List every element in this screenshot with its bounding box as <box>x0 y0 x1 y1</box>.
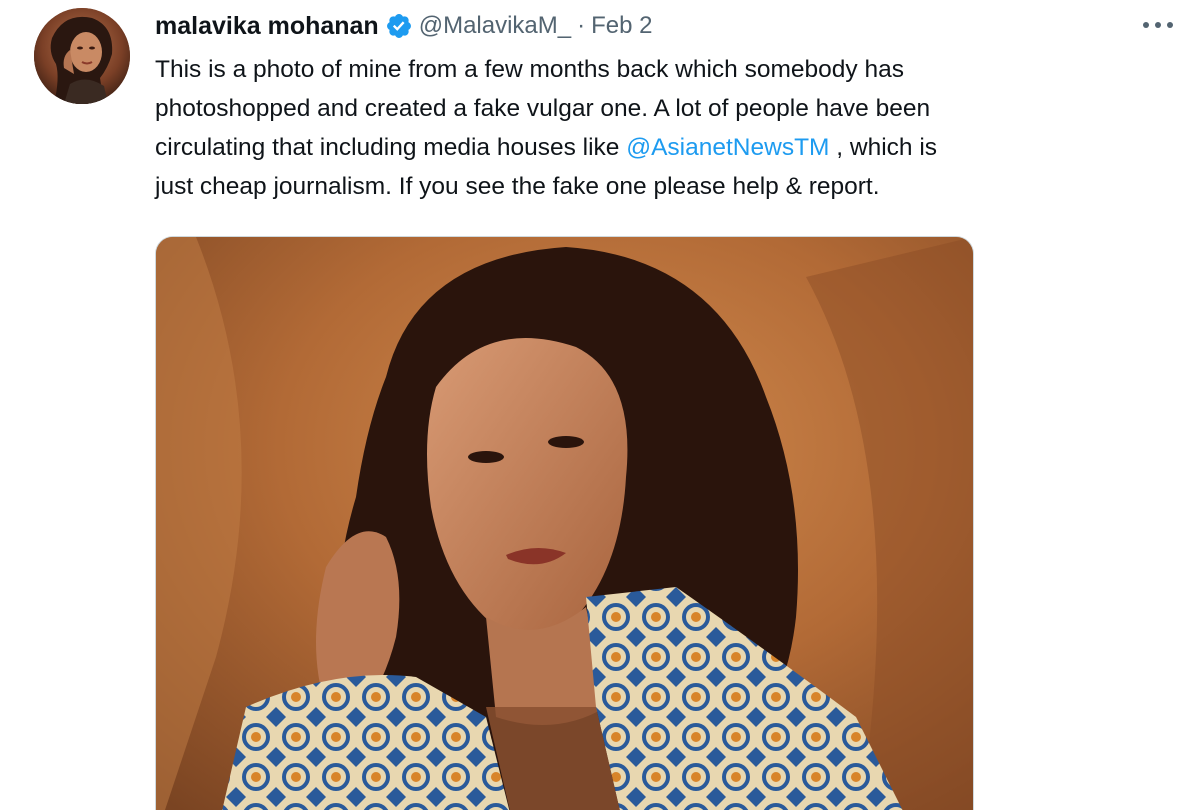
avatar[interactable] <box>34 8 130 104</box>
tweet-text: This is a photo of mine from a few month… <box>155 50 1155 206</box>
avatar-photo <box>34 8 130 104</box>
tweet-media-photo[interactable] <box>155 236 974 810</box>
tweet-text-line: This is a photo of mine from a few month… <box>155 56 904 83</box>
tweet-header: malavika mohanan @MalavikaM_ · Feb 2 <box>155 8 653 44</box>
portrait-photo <box>156 237 973 810</box>
tweet: malavika mohanan @MalavikaM_ · Feb 2 Thi… <box>0 0 1200 810</box>
author-display-name[interactable]: malavika mohanan <box>155 12 379 41</box>
separator-dot: · <box>577 12 586 39</box>
tweet-text-line: just cheap journalism. If you see the fa… <box>155 173 880 200</box>
tweet-text-line: photoshopped and created a fake vulgar o… <box>155 95 931 122</box>
tweet-text-line: circulating that including media houses … <box>155 128 1155 167</box>
more-horizontal-icon <box>1143 22 1173 28</box>
more-options-button[interactable] <box>1138 10 1178 40</box>
verified-badge-icon <box>385 12 413 40</box>
mention-link[interactable]: @AsianetNewsTM <box>626 134 829 161</box>
author-handle[interactable]: @MalavikaM_ <box>419 12 571 40</box>
tweet-text-segment: circulating that including media houses … <box>155 134 627 161</box>
tweet-timestamp[interactable]: Feb 2 <box>591 12 652 40</box>
tweet-text-segment: , which is <box>829 134 938 161</box>
